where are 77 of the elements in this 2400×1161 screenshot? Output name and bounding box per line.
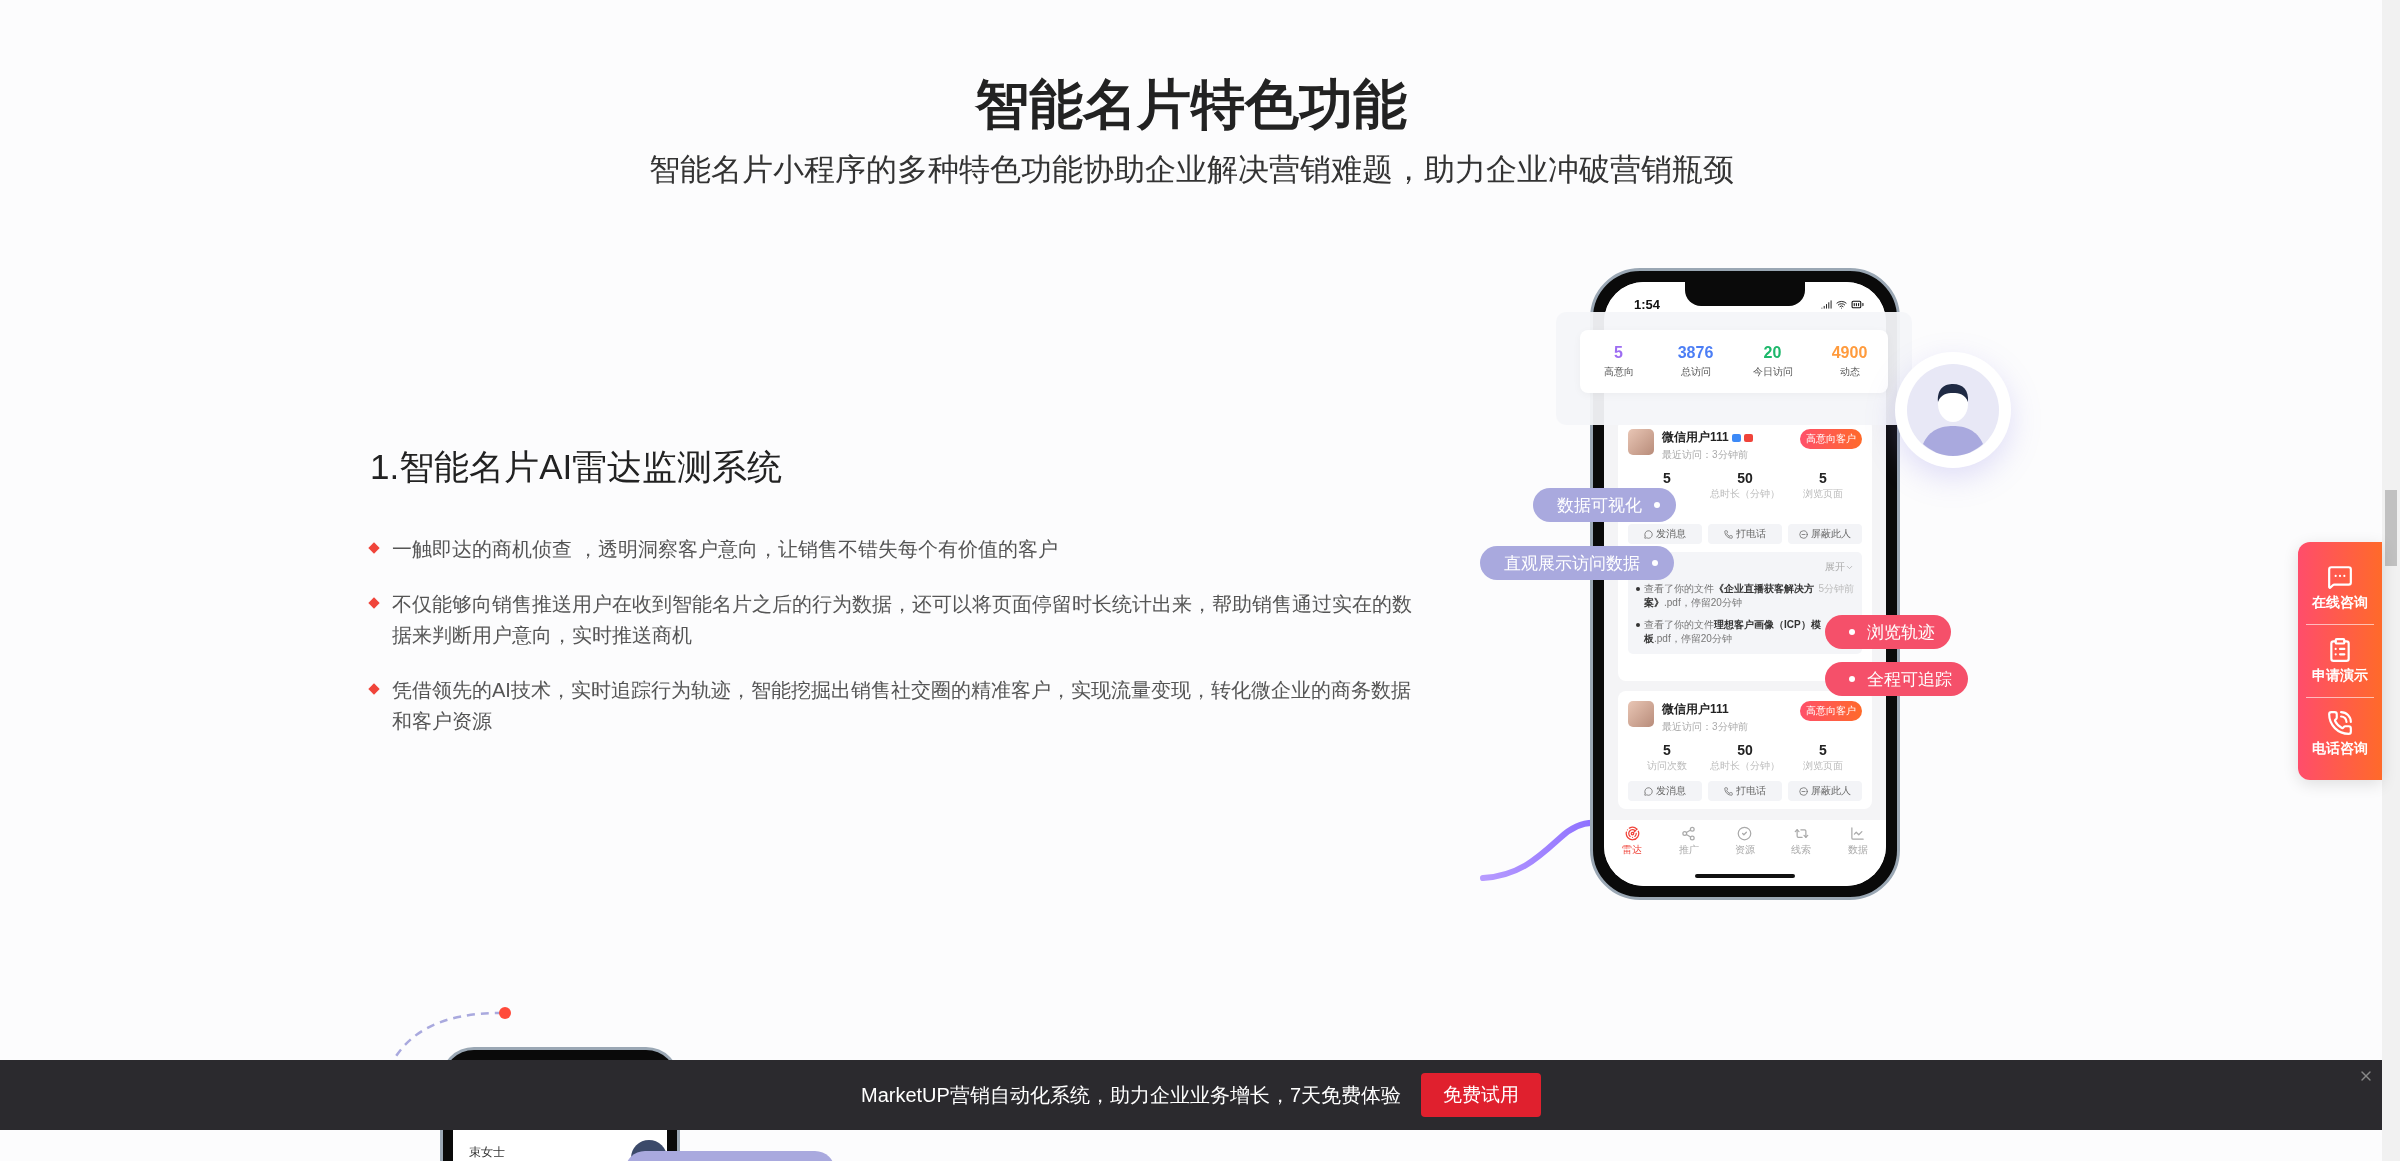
- customer-tag: 高意向客户: [1800, 429, 1862, 449]
- action-button[interactable]: 发消息: [1628, 781, 1702, 801]
- action-button[interactable]: 发消息: [1628, 524, 1702, 544]
- wifi-icon: [1836, 298, 1847, 310]
- stat-value: 50: [1737, 470, 1753, 486]
- bullet-icon: [368, 542, 380, 554]
- sidebar-item[interactable]: 电话咨询: [2306, 697, 2374, 770]
- chart-icon: [1850, 826, 1866, 841]
- contact-name: 束女士: [469, 1144, 505, 1161]
- stat-value: 50: [1737, 742, 1753, 758]
- tab-item[interactable]: 雷达: [1604, 826, 1661, 886]
- stat-label: 浏览页面: [1803, 759, 1843, 773]
- stat-value: 4900: [1831, 344, 1868, 362]
- status-time: 1:54: [1634, 296, 1661, 312]
- tab-item[interactable]: 线索: [1773, 826, 1830, 886]
- customer-tag: 高意向客户: [1800, 701, 1862, 721]
- stat-value: 5: [1614, 344, 1623, 362]
- last-visit: 最近访问：3分钟前: [1662, 448, 1749, 462]
- expand-toggle[interactable]: 展开: [1825, 560, 1854, 574]
- activity-text: 查看了你的文件理想客户画像（ICP）模板.pdf，停留20分钟: [1644, 618, 1822, 646]
- stat-label: 高意向: [1603, 365, 1634, 379]
- action-button[interactable]: 屏蔽此人: [1788, 781, 1862, 801]
- stat-value: 20: [1763, 344, 1782, 362]
- customer-name: 微信用户111: [1662, 429, 1729, 446]
- stat-label: 今日访问: [1752, 365, 1793, 379]
- check-circle-icon: [1737, 826, 1753, 841]
- minus-circle-icon: [1799, 786, 1808, 796]
- minus-circle-icon: [1799, 529, 1808, 539]
- tab-item[interactable]: 数据: [1829, 826, 1886, 886]
- stat-value: 3876: [1677, 344, 1714, 362]
- banner-text: MarketUP营销自动化系统，助力企业业务增长，7天免费体验: [861, 1082, 1401, 1108]
- callout-pill: 直观展示访问数据: [1480, 546, 1674, 580]
- phone-icon: [1724, 529, 1733, 539]
- person-icon: [1907, 364, 1999, 456]
- activity-text: 查看了你的文件《企业直播获客解决方案》.pdf，停留20分钟: [1644, 582, 1815, 610]
- stat-value: 5: [1663, 470, 1671, 486]
- stat-label: 动态: [1839, 365, 1860, 379]
- signal-icon: [1821, 298, 1832, 310]
- tab-item[interactable]: 推广: [1660, 826, 1717, 886]
- chat-bubble-icon: [1644, 529, 1653, 539]
- chat-bubble-icon: [1644, 786, 1653, 796]
- stat-value: 5: [1819, 470, 1827, 486]
- chat-bubble-icon: [2327, 564, 2353, 590]
- phone-icon: [1724, 786, 1733, 796]
- bullet-icon: [368, 683, 380, 695]
- callout-pill: 浏览轨迹: [1825, 615, 1951, 649]
- clipboard-icon: [2327, 637, 2353, 663]
- stat-label: 访问次数: [1647, 759, 1687, 773]
- feature-point: 凭借领先的AI技术，实时追踪行为轨迹，智能挖掘出销售社交圈的精准客户，实现流量变现，转化微企业的商务数据和客户资源: [392, 678, 1412, 734]
- radar-icon: [1624, 826, 1640, 841]
- stat-value: 5: [1663, 742, 1671, 758]
- section-subtitle: 智能名片小程序的多种特色功能协助企业解决营销难题，助力企业冲破营销瓶颈: [648, 151, 1734, 189]
- customer-name: 微信用户111: [1662, 701, 1729, 718]
- stat-label: 总访问: [1680, 365, 1711, 379]
- bullet-icon: [368, 597, 380, 609]
- photo-placeholder: [1628, 429, 1654, 455]
- stat-label: 浏览页面: [1803, 487, 1843, 501]
- action-button[interactable]: 打电话: [1708, 781, 1782, 801]
- action-button[interactable]: 屏蔽此人: [1788, 524, 1862, 544]
- feature-point: 不仅能够向销售推送用户在收到智能名片之后的行为数据，还可以将页面停留时长统计出来，帮助销售通过实在的数据来判断用户意向，实时推送商机: [392, 592, 1413, 648]
- feature-point: 一触即达的商机侦查 ，透明洞察客户意向，让销售不错失每个有价值的客户: [392, 537, 1058, 562]
- action-button[interactable]: 打电话: [1708, 524, 1782, 544]
- photo-placeholder: [1628, 701, 1654, 727]
- scrollbar[interactable]: [2382, 0, 2400, 1161]
- phone-icon: [2327, 710, 2353, 736]
- section-title: 智能名片特色功能: [975, 73, 1407, 136]
- sidebar-item[interactable]: 在线咨询: [2306, 552, 2374, 624]
- last-visit: 最近访问：3分钟前: [1662, 720, 1749, 734]
- callout-pill: 全程可追踪: [1825, 662, 1968, 696]
- stat-value: 5: [1819, 742, 1827, 758]
- sidebar-item[interactable]: 申请演示: [2306, 624, 2374, 697]
- share-icon: [1681, 826, 1697, 841]
- tab-item[interactable]: 资源: [1716, 826, 1774, 886]
- trial-button[interactable]: 免费试用: [1421, 1073, 1541, 1117]
- callout-pill: 数据可视化: [1533, 488, 1676, 522]
- swap-icon: [1793, 826, 1809, 841]
- feature-heading: 1.智能名片AI雷达监测系统: [370, 446, 784, 488]
